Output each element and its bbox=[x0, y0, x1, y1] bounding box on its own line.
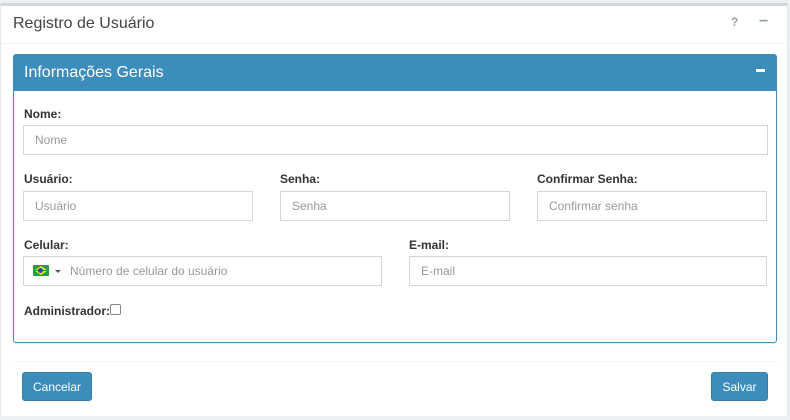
email-label: E-mail: bbox=[409, 238, 450, 252]
panel-collapse-icon[interactable] bbox=[756, 69, 765, 72]
panel-title: Informações Gerais bbox=[24, 64, 164, 81]
administrador-checkbox[interactable] bbox=[110, 304, 121, 315]
celular-label: Celular: bbox=[24, 238, 69, 252]
page-title: Registro de Usuário bbox=[13, 15, 155, 32]
save-button[interactable]: Salvar bbox=[711, 372, 768, 401]
help-icon[interactable]: ? bbox=[731, 15, 738, 29]
brazil-flag-icon[interactable] bbox=[33, 265, 49, 276]
email-input[interactable] bbox=[409, 256, 767, 286]
chevron-down-icon[interactable] bbox=[55, 270, 61, 273]
nome-input[interactable] bbox=[23, 125, 768, 155]
collapse-icon[interactable]: − bbox=[759, 13, 768, 31]
nome-label: Nome: bbox=[24, 107, 62, 121]
usuario-label: Usuário: bbox=[24, 172, 73, 186]
cancel-button[interactable]: Cancelar bbox=[22, 372, 92, 401]
celular-input[interactable] bbox=[66, 257, 381, 285]
senha-input[interactable] bbox=[280, 191, 510, 221]
confirmar-senha-label: Confirmar Senha: bbox=[537, 172, 638, 186]
senha-label: Senha: bbox=[280, 172, 321, 186]
user-registration-box: Registro de Usuário ? − Informações Gera… bbox=[0, 3, 788, 416]
administrador-label: Administrador: bbox=[24, 304, 111, 318]
panel-header: Informações Gerais bbox=[14, 55, 776, 91]
usuario-input[interactable] bbox=[23, 191, 253, 221]
general-info-panel: Informações Gerais Nome: Usuário: Senha:… bbox=[13, 54, 777, 343]
box-header: Registro de Usuário ? − bbox=[1, 6, 787, 44]
celular-field bbox=[23, 256, 382, 286]
footer-divider bbox=[13, 361, 777, 362]
confirmar-senha-input[interactable] bbox=[537, 191, 767, 221]
